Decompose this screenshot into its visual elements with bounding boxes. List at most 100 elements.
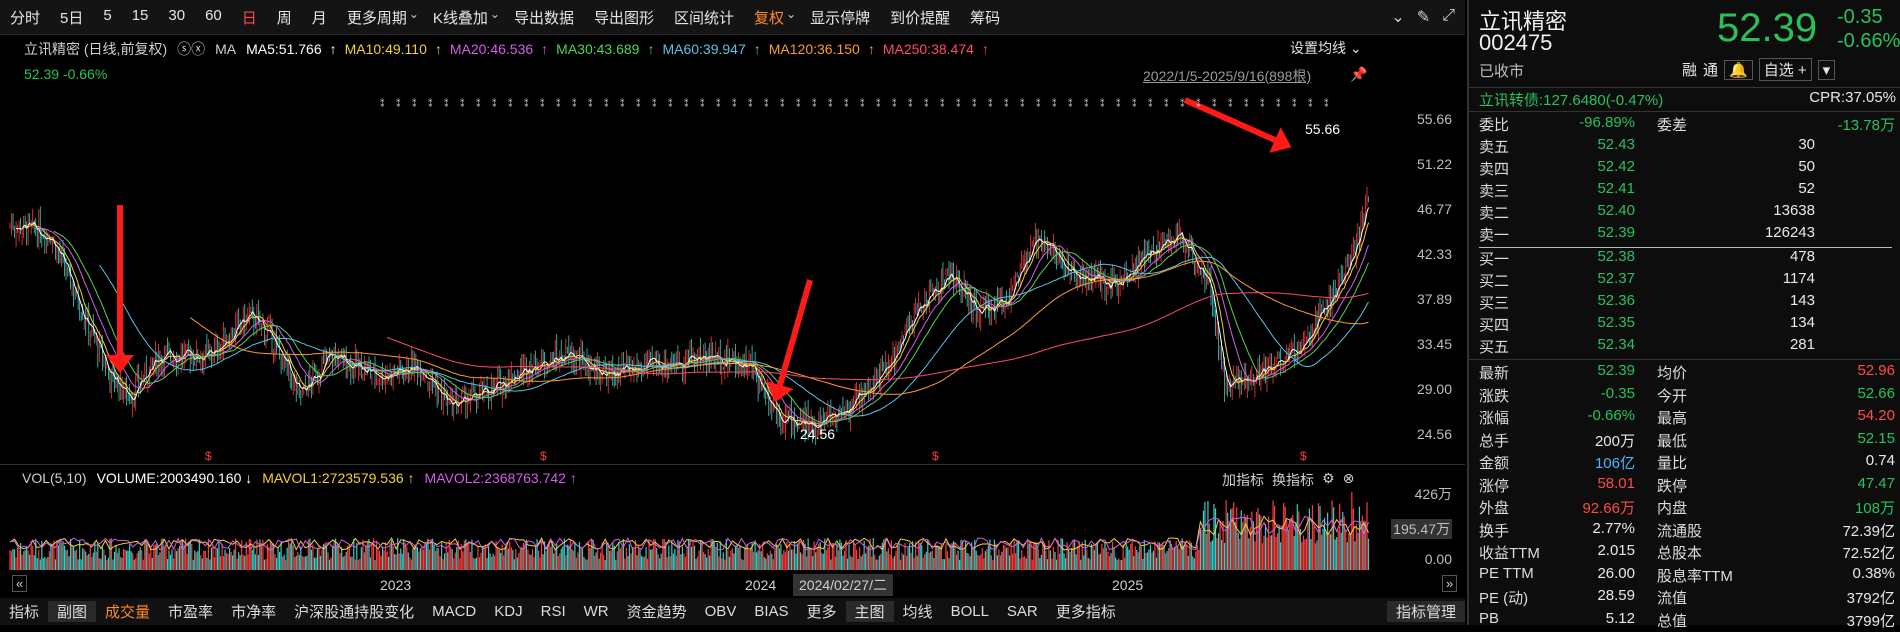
- indicator-tab[interactable]: OBV: [696, 603, 746, 620]
- ask-price[interactable]: 52.39: [1597, 224, 1635, 241]
- candlestick-chart[interactable]: 55.66 24.56 ⁑ ⁑ ⁑ ⁑ ⁑ ⁑ ⁑ ⁑ ⁑ ⁑ ⁑ ⁑ ⁑ ⁑ ⁑ ⁑ ⁑ ⁑ ⁑ ⁑ ⁑ ⁑ ⁑ ⁑ ⁑ ⁑ ⁑ ⁑ ⁑ ⁑…: [0, 95, 1380, 465]
- set-ma-button[interactable]: 设置均线 ⌄: [1290, 38, 1362, 58]
- indicator-tab[interactable]: 市盈率: [159, 601, 222, 622]
- event-marker[interactable]: ⁑: [972, 98, 977, 109]
- info-icon[interactable]: ⓢⓧ: [177, 39, 205, 59]
- indicator-tab[interactable]: RSI: [532, 603, 575, 620]
- indicator-tab[interactable]: 均线: [894, 601, 942, 622]
- event-marker[interactable]: ⁑: [1196, 98, 1201, 109]
- event-marker[interactable]: ⁑: [1052, 98, 1057, 109]
- indicator-tab[interactable]: BIAS: [745, 603, 797, 620]
- margin-button[interactable]: 融: [1682, 59, 1697, 80]
- event-marker[interactable]: ⁑: [1068, 98, 1073, 109]
- indicator-tab[interactable]: 主图: [845, 601, 894, 622]
- event-marker[interactable]: ⁑: [1324, 98, 1329, 109]
- event-marker[interactable]: ⁑: [1228, 98, 1233, 109]
- event-marker[interactable]: ⁑: [492, 98, 497, 109]
- event-marker[interactable]: ⁑: [652, 98, 657, 109]
- event-marker[interactable]: ⁑: [940, 98, 945, 109]
- toolbar-item[interactable]: 月: [302, 7, 337, 28]
- add-indicator-button[interactable]: 加指标: [1222, 470, 1264, 490]
- event-marker[interactable]: ⁑: [876, 98, 881, 109]
- indicator-tab[interactable]: 沪深股通持股变化: [285, 601, 423, 622]
- toolbar-item[interactable]: 更多周期: [337, 7, 417, 28]
- event-marker[interactable]: ⁑: [988, 98, 993, 109]
- event-marker[interactable]: ⁑: [748, 98, 753, 109]
- event-marker[interactable]: ⁑: [1244, 98, 1249, 109]
- add-watchlist-button[interactable]: 自选 +: [1758, 58, 1812, 81]
- event-marker[interactable]: ⁑: [556, 98, 561, 109]
- dividend-icon[interactable]: $: [1300, 449, 1307, 463]
- event-marker[interactable]: ⁑: [828, 98, 833, 109]
- indicator-tab[interactable]: 副图: [48, 601, 97, 622]
- bid-price[interactable]: 52.35: [1597, 314, 1635, 331]
- event-marker[interactable]: ⁑: [1276, 98, 1281, 109]
- event-marker[interactable]: ⁑: [924, 98, 929, 109]
- indicator-tab[interactable]: BOLL: [942, 603, 998, 620]
- bid-price[interactable]: 52.38: [1597, 248, 1635, 265]
- indicator-tab[interactable]: MACD: [423, 603, 485, 620]
- indicator-tab[interactable]: SAR: [998, 603, 1047, 620]
- event-marker[interactable]: ⁑: [1084, 98, 1089, 109]
- toolbar-item[interactable]: 导出数据: [504, 7, 584, 28]
- event-marker[interactable]: ⁑: [892, 98, 897, 109]
- toolbar-item[interactable]: 筹码: [960, 7, 1010, 28]
- toolbar-item[interactable]: 15: [122, 7, 159, 28]
- fullscreen-icon[interactable]: ⤢: [1442, 7, 1455, 27]
- toolbar-item[interactable]: 导出图形: [584, 7, 664, 28]
- dividend-icon[interactable]: $: [540, 449, 547, 463]
- event-marker[interactable]: ⁑: [1020, 98, 1025, 109]
- close-icon[interactable]: ⊗: [1343, 470, 1355, 490]
- scroll-right-button[interactable]: »: [1442, 575, 1458, 592]
- event-marker[interactable]: ⁑: [1292, 98, 1297, 109]
- event-marker[interactable]: ⁑: [428, 98, 433, 109]
- event-marker[interactable]: ⁑: [844, 98, 849, 109]
- ask-price[interactable]: 52.42: [1597, 158, 1635, 175]
- event-marker[interactable]: ⁑: [1164, 98, 1169, 109]
- event-marker[interactable]: ⁑: [412, 98, 417, 109]
- event-marker[interactable]: ⁑: [604, 98, 609, 109]
- event-marker[interactable]: ⁑: [1036, 98, 1041, 109]
- toolbar-item[interactable]: 日: [232, 7, 267, 28]
- event-marker[interactable]: ⁑: [1212, 98, 1217, 109]
- bid-price[interactable]: 52.37: [1597, 270, 1635, 287]
- event-marker[interactable]: ⁑: [1260, 98, 1265, 109]
- bid-price[interactable]: 52.36: [1597, 292, 1635, 309]
- indicator-tab[interactable]: 指标管理: [1386, 601, 1465, 622]
- switch-indicator-button[interactable]: 换指标: [1272, 470, 1314, 490]
- event-marker[interactable]: ⁑: [1004, 98, 1009, 109]
- gear-icon[interactable]: ⚙: [1322, 470, 1335, 490]
- toolbar-item[interactable]: 到价提醒: [880, 7, 960, 28]
- ask-price[interactable]: 52.41: [1597, 180, 1635, 197]
- event-marker[interactable]: ⁑: [1132, 98, 1137, 109]
- toolbar-item[interactable]: 显示停牌: [800, 7, 880, 28]
- dividend-icon[interactable]: $: [205, 449, 212, 463]
- event-marker[interactable]: ⁑: [780, 98, 785, 109]
- event-marker[interactable]: ⁑: [812, 98, 817, 109]
- event-marker[interactable]: ⁑: [908, 98, 913, 109]
- toolbar-item[interactable]: 5日: [50, 7, 93, 28]
- indicator-tab[interactable]: 成交量: [96, 601, 159, 622]
- event-marker[interactable]: ⁑: [764, 98, 769, 109]
- event-marker[interactable]: ⁑: [668, 98, 673, 109]
- scroll-left-button[interactable]: «: [12, 575, 28, 592]
- toolbar-item[interactable]: K线叠加: [423, 7, 498, 28]
- event-marker[interactable]: ⁑: [540, 98, 545, 109]
- event-marker[interactable]: ⁑: [1308, 98, 1313, 109]
- event-marker[interactable]: ⁑: [860, 98, 865, 109]
- event-marker[interactable]: ⁑: [476, 98, 481, 109]
- toolbar-item[interactable]: 区间统计: [664, 7, 744, 28]
- indicator-tab[interactable]: 资金趋势: [618, 601, 696, 622]
- toolbar-item[interactable]: 分时: [0, 7, 50, 28]
- brush-icon[interactable]: ✎: [1417, 7, 1430, 27]
- indicator-tab[interactable]: WR: [575, 603, 618, 620]
- event-marker[interactable]: ⁑: [1180, 98, 1185, 109]
- ask-price[interactable]: 52.40: [1597, 202, 1635, 219]
- event-marker[interactable]: ⁑: [380, 98, 385, 109]
- event-marker[interactable]: ⁑: [636, 98, 641, 109]
- indicator-tab[interactable]: 指标: [0, 601, 48, 622]
- toolbar-item[interactable]: 5: [93, 7, 121, 28]
- indicator-tab[interactable]: KDJ: [485, 603, 531, 620]
- event-marker[interactable]: ⁑: [684, 98, 689, 109]
- toolbar-item[interactable]: 60: [195, 7, 232, 28]
